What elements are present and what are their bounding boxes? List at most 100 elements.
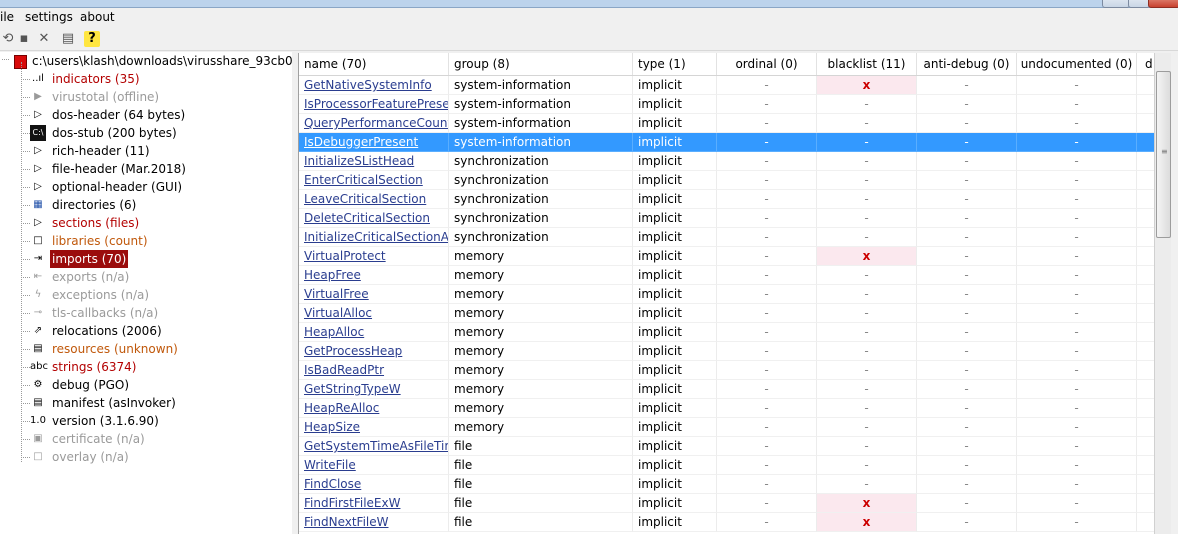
group-cell: memory [449, 361, 633, 380]
import-name-link[interactable]: FindClose [299, 475, 449, 494]
table-row[interactable]: EnterCriticalSection synchronization impli… [299, 171, 1155, 190]
table-row[interactable]: GetStringTypeW memory implicit - - - - [299, 380, 1155, 399]
tree-connector [21, 439, 30, 440]
table-row[interactable]: HeapReAlloc memory implicit - - - - [299, 399, 1155, 418]
column-header-undocumented[interactable]: undocumented (0) [1017, 53, 1137, 75]
blacklist-cell: - [817, 380, 917, 399]
import-name-link[interactable]: HeapReAlloc [299, 399, 449, 418]
import-name-link[interactable]: EnterCriticalSection [299, 171, 449, 190]
import-name-link[interactable]: IsBadReadPtr [299, 361, 449, 380]
menu-about[interactable]: about [80, 10, 115, 24]
tree-item-label: virustotal (offline) [52, 90, 160, 104]
table-header: name (70) group (8) type (1) ordinal (0)… [299, 53, 1155, 76]
blacklist-cell: - [817, 418, 917, 437]
import-name-link[interactable]: IsProcessorFeaturePresent [299, 95, 449, 114]
import-name-link[interactable]: GetNativeSystemInfo [299, 76, 449, 95]
import-name-link[interactable]: GetStringTypeW [299, 380, 449, 399]
group-cell: memory [449, 418, 633, 437]
tree-item-label: imports (70) [50, 250, 129, 268]
import-name-link[interactable]: WriteFile [299, 456, 449, 475]
bar-chart-icon: ..ıl [32, 73, 44, 84]
type-cell: implicit [633, 437, 717, 456]
table-row[interactable]: FindClose file implicit - - - - [299, 475, 1155, 494]
maximize-button[interactable] [1128, 0, 1150, 8]
table-row[interactable]: WriteFile file implicit - - - - [299, 456, 1155, 475]
minimize-button[interactable] [1102, 0, 1130, 8]
table-row[interactable]: FindFirstFileExW file implicit - x - - [299, 494, 1155, 513]
import-name-link[interactable]: VirtualAlloc [299, 304, 449, 323]
import-name-link[interactable]: HeapAlloc [299, 323, 449, 342]
table-row[interactable]: InitializeSListHead synchronization implic… [299, 152, 1155, 171]
import-name-link[interactable]: HeapFree [299, 266, 449, 285]
table-row[interactable]: GetNativeSystemInfo system-information imp… [299, 76, 1155, 95]
import-name-link[interactable]: QueryPerformanceCount... [299, 114, 449, 133]
table-row[interactable]: GetProcessHeap memory implicit - - - - [299, 342, 1155, 361]
blacklist-cell: - [817, 456, 917, 475]
table-row[interactable]: IsProcessorFeaturePresent system-informat… [299, 95, 1155, 114]
table-row[interactable]: VirtualProtect memory implicit - x - - [299, 247, 1155, 266]
column-header-name[interactable]: name (70) [299, 53, 449, 75]
column-header-ordinal[interactable]: ordinal (0) [717, 53, 817, 75]
table-row[interactable]: HeapFree memory implicit - - - - [299, 266, 1155, 285]
open-icon[interactable]: ⟲ [0, 31, 16, 47]
tree-item-label: debug (PGO) [52, 378, 129, 392]
ordinal-cell: - [717, 171, 817, 190]
import-name-link[interactable]: InitializeCriticalSectionA... [299, 228, 449, 247]
import-name-link[interactable]: IsDebuggerPresent [299, 133, 449, 152]
ordinal-cell: - [717, 285, 817, 304]
undocumented-cell: - [1017, 475, 1137, 494]
table-row[interactable]: InitializeCriticalSectionA... synchroniza… [299, 228, 1155, 247]
vertical-scrollbar[interactable]: ≡ [1154, 53, 1171, 534]
import-name-link[interactable]: FindNextFileW [299, 513, 449, 532]
table-row[interactable]: GetSystemTimeAsFileTime file implicit - - - - [299, 437, 1155, 456]
table-row[interactable]: LeaveCriticalSection synchronization impli… [299, 190, 1155, 209]
anti-debug-cell: - [917, 133, 1017, 152]
tree-connector [21, 385, 30, 386]
menu-file[interactable]: ile [0, 10, 14, 24]
help-icon[interactable]: ? [84, 31, 100, 47]
scrollbar-thumb[interactable]: ≡ [1156, 71, 1171, 238]
overflow-cell [1137, 76, 1155, 95]
anti-debug-cell: - [917, 95, 1017, 114]
save-icon[interactable]: ▪ [16, 31, 32, 47]
overflow-cell [1137, 342, 1155, 361]
import-name-link[interactable]: GetProcessHeap [299, 342, 449, 361]
group-cell: memory [449, 323, 633, 342]
tree-connector [21, 205, 30, 206]
table-row[interactable]: QueryPerformanceCount... system-informati… [299, 114, 1155, 133]
anti-debug-cell: - [917, 418, 1017, 437]
import-name-link[interactable]: VirtualProtect [299, 247, 449, 266]
tree-view[interactable]: c:\users\klash\downloads\virusshare_93cb… [0, 52, 292, 534]
table-row[interactable]: DeleteCriticalSection synchronization impl… [299, 209, 1155, 228]
overflow-cell [1137, 361, 1155, 380]
type-cell: implicit [633, 304, 717, 323]
table-row[interactable]: HeapSize memory implicit - - - - [299, 418, 1155, 437]
table-row[interactable]: IsBadReadPtr memory implicit - - - - [299, 361, 1155, 380]
column-header-blacklist[interactable]: blacklist (11) [817, 53, 917, 75]
column-header-more[interactable]: d [1137, 53, 1155, 75]
table-row[interactable]: HeapAlloc memory implicit - - - - [299, 323, 1155, 342]
close-window-button[interactable] [1148, 0, 1178, 8]
expand-arrow-icon: ▷ [34, 217, 42, 228]
table-row[interactable]: IsDebuggerPresent system-information impli… [299, 133, 1155, 152]
menu-settings[interactable]: settings [25, 10, 73, 24]
import-name-link[interactable]: GetSystemTimeAsFileTime [299, 437, 449, 456]
import-name-link[interactable]: LeaveCriticalSection [299, 190, 449, 209]
import-name-link[interactable]: InitializeSListHead [299, 152, 449, 171]
close-icon[interactable]: ✕ [36, 31, 52, 47]
column-header-anti-debug[interactable]: anti-debug (0) [917, 53, 1017, 75]
table-row[interactable]: VirtualAlloc memory implicit - - - - [299, 304, 1155, 323]
import-name-link[interactable]: FindFirstFileExW [299, 494, 449, 513]
column-header-type[interactable]: type (1) [633, 53, 717, 75]
tree-item-label: exceptions (n/a) [52, 288, 150, 302]
table-row[interactable]: VirtualFree memory implicit - - - - [299, 285, 1155, 304]
table-row[interactable]: FindNextFileW file implicit - x - - [299, 513, 1155, 532]
import-name-link[interactable]: DeleteCriticalSection [299, 209, 449, 228]
column-header-group[interactable]: group (8) [449, 53, 633, 75]
import-name-link[interactable]: VirtualFree [299, 285, 449, 304]
type-cell: implicit [633, 380, 717, 399]
imports-table[interactable]: name (70) group (8) type (1) ordinal (0)… [298, 53, 1155, 534]
import-name-link[interactable]: HeapSize [299, 418, 449, 437]
type-cell: implicit [633, 475, 717, 494]
clipboard-icon[interactable]: ▤ [60, 31, 76, 47]
